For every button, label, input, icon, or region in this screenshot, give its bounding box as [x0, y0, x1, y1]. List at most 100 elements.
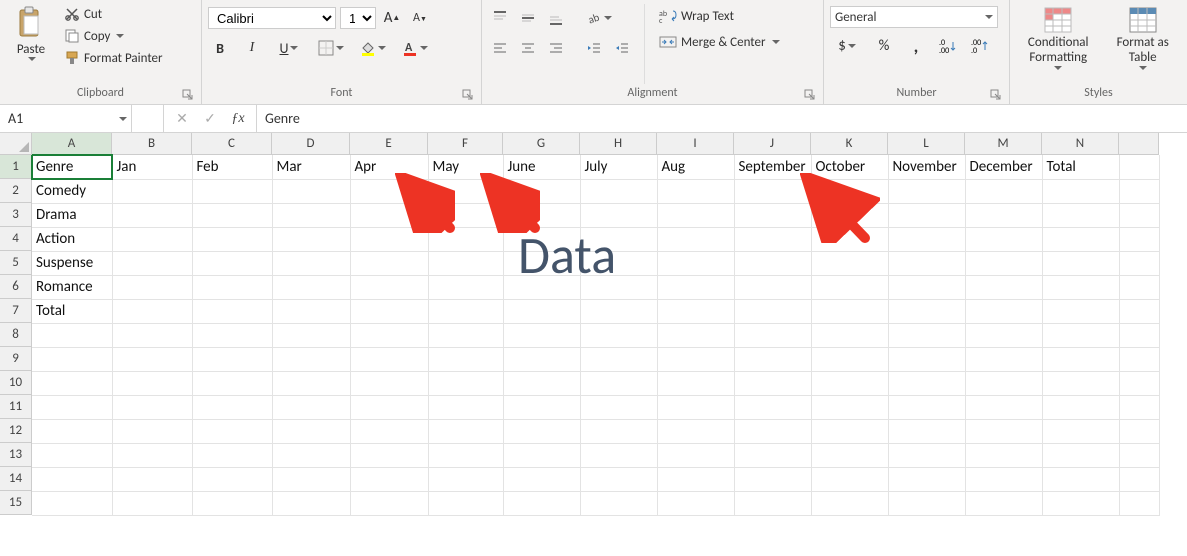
decrease-font-button[interactable]: A▼ — [408, 6, 432, 30]
cell[interactable] — [1119, 251, 1159, 275]
cell[interactable]: Suspense — [32, 251, 112, 275]
cell[interactable] — [1119, 155, 1159, 179]
dialog-launcher-icon[interactable] — [181, 88, 195, 102]
cell[interactable] — [657, 443, 734, 467]
cell[interactable] — [192, 419, 272, 443]
cell[interactable] — [112, 395, 192, 419]
row-header[interactable]: 6 — [0, 275, 32, 299]
cell[interactable]: Action — [32, 227, 112, 251]
cell[interactable] — [734, 323, 811, 347]
copy-button[interactable]: Copy — [60, 26, 167, 46]
cell[interactable] — [888, 203, 965, 227]
cell[interactable] — [734, 419, 811, 443]
cell[interactable]: July — [580, 155, 657, 179]
cell[interactable] — [112, 299, 192, 323]
cell[interactable] — [657, 275, 734, 299]
cell[interactable] — [112, 251, 192, 275]
insert-function-button[interactable]: ƒx — [226, 107, 250, 131]
cell[interactable] — [350, 491, 428, 515]
name-box[interactable]: A1 — [0, 105, 132, 132]
cell[interactable] — [965, 395, 1042, 419]
increase-indent-button[interactable] — [610, 36, 634, 60]
cell[interactable] — [1042, 203, 1119, 227]
cell[interactable] — [192, 467, 272, 491]
cell[interactable] — [811, 371, 888, 395]
font-name-select[interactable]: Calibri — [208, 7, 336, 29]
font-size-select[interactable]: 11 — [340, 7, 376, 29]
cell[interactable] — [888, 275, 965, 299]
cell[interactable] — [888, 347, 965, 371]
underline-button[interactable]: U — [272, 36, 306, 60]
cell[interactable] — [1119, 491, 1159, 515]
cell[interactable]: June — [503, 155, 580, 179]
dialog-launcher-icon[interactable] — [461, 88, 475, 102]
conditional-formatting-button[interactable]: Conditional Formatting — [1016, 4, 1100, 84]
cell[interactable] — [32, 395, 112, 419]
row-header[interactable]: 8 — [0, 323, 32, 347]
cell[interactable] — [811, 491, 888, 515]
cell[interactable] — [734, 227, 811, 251]
cell[interactable] — [965, 275, 1042, 299]
cell[interactable] — [192, 203, 272, 227]
cell[interactable] — [580, 491, 657, 515]
italic-button[interactable]: I — [240, 36, 264, 60]
cell[interactable] — [888, 467, 965, 491]
cell[interactable] — [350, 251, 428, 275]
cell[interactable] — [272, 203, 350, 227]
fill-color-button[interactable] — [356, 36, 390, 60]
cell[interactable] — [811, 347, 888, 371]
cell[interactable] — [272, 251, 350, 275]
select-all-corner[interactable] — [0, 133, 32, 155]
cell[interactable] — [503, 419, 580, 443]
cell[interactable] — [811, 179, 888, 203]
cell[interactable] — [350, 323, 428, 347]
cell[interactable] — [1119, 371, 1159, 395]
column-header[interactable]: K — [811, 133, 888, 155]
cell[interactable] — [350, 347, 428, 371]
column-header[interactable]: F — [428, 133, 503, 155]
cell[interactable] — [1042, 467, 1119, 491]
column-header[interactable]: I — [657, 133, 734, 155]
cell[interactable] — [503, 443, 580, 467]
decrease-decimal-button[interactable]: .00.0 — [968, 34, 992, 58]
cancel-formula-button[interactable]: ✕ — [170, 107, 194, 131]
cell[interactable] — [428, 251, 503, 275]
cell[interactable] — [811, 443, 888, 467]
cell[interactable] — [657, 299, 734, 323]
cell[interactable] — [888, 323, 965, 347]
cell[interactable] — [428, 323, 503, 347]
cell[interactable] — [503, 347, 580, 371]
cell[interactable]: May — [428, 155, 503, 179]
cell[interactable] — [657, 179, 734, 203]
cell[interactable] — [580, 395, 657, 419]
row-header[interactable]: 15 — [0, 491, 32, 515]
cell[interactable] — [112, 203, 192, 227]
cell[interactable] — [272, 299, 350, 323]
cell[interactable] — [112, 323, 192, 347]
cell[interactable] — [888, 179, 965, 203]
cell[interactable] — [428, 443, 503, 467]
cell[interactable] — [580, 371, 657, 395]
cell[interactable] — [734, 179, 811, 203]
cell[interactable] — [32, 443, 112, 467]
cell[interactable] — [503, 323, 580, 347]
cell[interactable] — [350, 299, 428, 323]
cell[interactable] — [657, 395, 734, 419]
cell[interactable] — [580, 275, 657, 299]
align-left-button[interactable] — [488, 36, 512, 60]
cell[interactable] — [1119, 347, 1159, 371]
cell[interactable] — [734, 467, 811, 491]
cell[interactable] — [1042, 347, 1119, 371]
cell[interactable] — [272, 419, 350, 443]
column-header[interactable]: C — [192, 133, 272, 155]
cell[interactable] — [272, 275, 350, 299]
cell[interactable] — [272, 491, 350, 515]
cell[interactable] — [1042, 299, 1119, 323]
cell[interactable]: Drama — [32, 203, 112, 227]
cell[interactable] — [192, 491, 272, 515]
column-header[interactable]: N — [1042, 133, 1119, 155]
confirm-formula-button[interactable]: ✓ — [198, 107, 222, 131]
cell[interactable] — [965, 299, 1042, 323]
row-header[interactable]: 9 — [0, 347, 32, 371]
cell[interactable]: Total — [32, 299, 112, 323]
